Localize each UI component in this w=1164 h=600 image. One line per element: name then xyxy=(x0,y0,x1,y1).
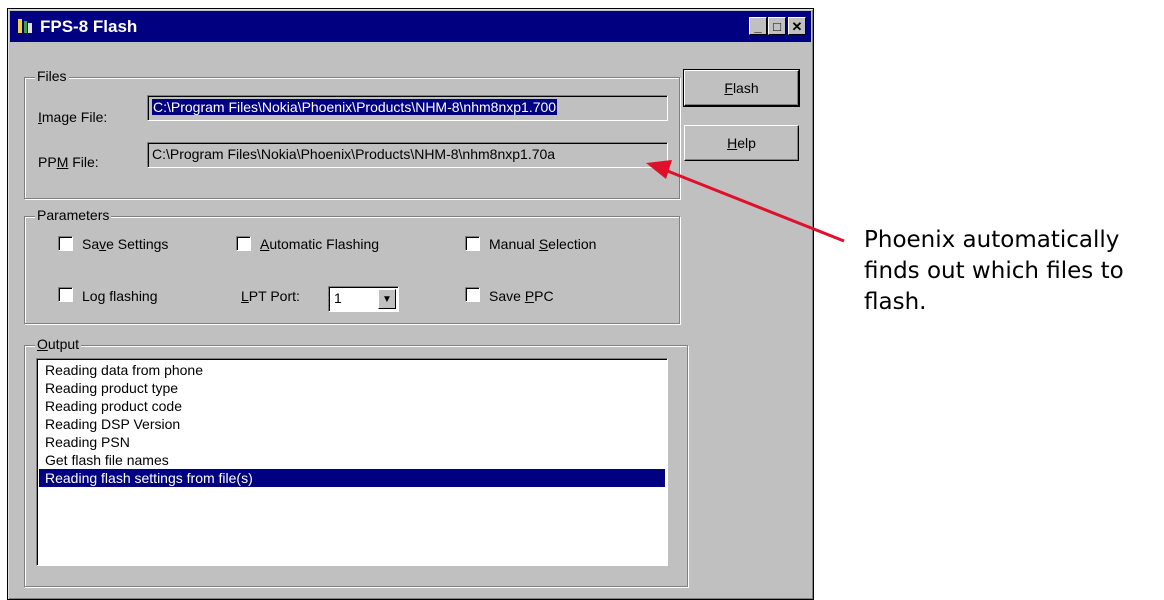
image-file-value: C:\Program Files\Nokia\Phoenix\Products\… xyxy=(152,99,558,115)
image-file-field[interactable]: C:\Program Files\Nokia\Phoenix\Products\… xyxy=(147,95,668,121)
title-bar[interactable]: FPS-8 Flash _ □ ✕ xyxy=(10,11,811,42)
manual-selection-label: Manual Selection xyxy=(489,236,597,252)
lpt-port-label: LPT Port: xyxy=(241,288,300,304)
maximize-button[interactable]: □ xyxy=(768,17,786,35)
save-settings-label: Save Settings xyxy=(82,236,169,252)
files-group-label: Files xyxy=(35,68,69,84)
list-item[interactable]: Reading product type xyxy=(39,379,665,397)
list-item[interactable]: Reading data from phone xyxy=(39,361,665,379)
window-title: FPS-8 Flash xyxy=(40,17,138,36)
list-item[interactable]: Reading DSP Version xyxy=(39,415,665,433)
ppm-file-label: PPM File: xyxy=(38,154,99,170)
minimize-button[interactable]: _ xyxy=(749,17,767,35)
lpt-port-dropdown-button[interactable]: ▼ xyxy=(378,289,396,309)
list-item[interactable]: Reading PSN xyxy=(39,433,665,451)
lpt-port-select[interactable]: 1 ▼ xyxy=(328,286,399,312)
save-ppc-checkbox[interactable] xyxy=(465,287,480,302)
lpt-port-value: 1 xyxy=(334,290,342,306)
flash-button[interactable]: Flash xyxy=(683,69,800,107)
close-button[interactable]: ✕ xyxy=(788,17,806,35)
output-group-label: Output xyxy=(35,336,82,352)
app-icon xyxy=(18,19,32,33)
manual-selection-checkbox[interactable] xyxy=(465,236,480,251)
list-item[interactable]: Reading flash settings from file(s) xyxy=(39,469,665,487)
save-ppc-label: Save PPC xyxy=(489,288,554,304)
parameters-group-label: Parameters xyxy=(35,207,112,223)
annotation-text: Phoenix automatically finds out which fi… xyxy=(864,227,1124,315)
save-settings-checkbox[interactable] xyxy=(58,236,73,251)
log-flashing-label: Log flashing xyxy=(82,288,158,304)
ppm-file-field[interactable]: C:\Program Files\Nokia\Phoenix\Products\… xyxy=(147,142,668,168)
automatic-flashing-checkbox[interactable] xyxy=(236,236,251,251)
list-item[interactable]: Reading product code xyxy=(39,397,665,415)
output-listbox[interactable]: Reading data from phone Reading product t… xyxy=(36,358,668,566)
automatic-flashing-label: Automatic Flashing xyxy=(260,236,380,252)
list-item[interactable]: Get flash file names xyxy=(39,451,665,469)
minimize-icon: _ xyxy=(754,18,762,34)
close-icon: ✕ xyxy=(791,18,803,34)
help-button[interactable]: Help xyxy=(684,125,799,161)
chevron-down-icon: ▼ xyxy=(382,293,392,305)
maximize-icon: □ xyxy=(773,18,781,34)
ppm-file-value: C:\Program Files\Nokia\Phoenix\Products\… xyxy=(152,146,556,162)
image-file-label: Image File: xyxy=(38,109,108,125)
log-flashing-checkbox[interactable] xyxy=(58,287,73,302)
